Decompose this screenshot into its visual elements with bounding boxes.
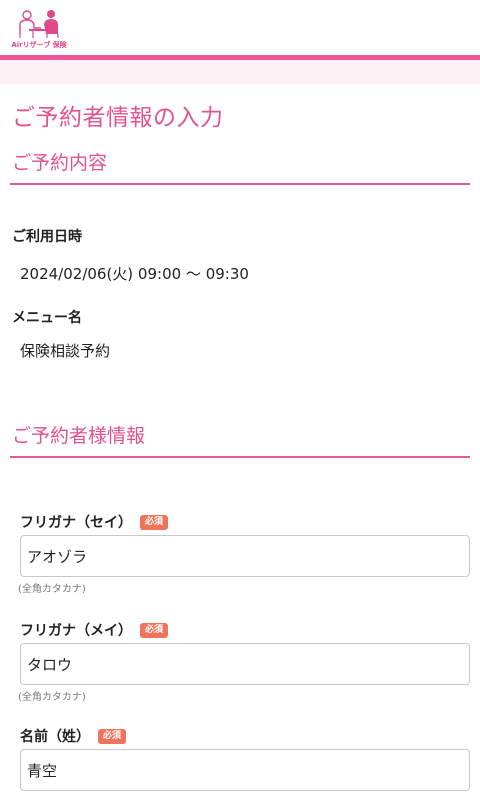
furigana-sei-label-row: フリガナ（セイ） 必須: [20, 513, 470, 531]
furigana-mei-label: フリガナ（メイ）: [20, 623, 132, 639]
logo-text: Airリザーブ 保険: [11, 41, 67, 49]
reservation-section: ご予約内容 ご利用日時 2024/02/06(火) 09:00 〜 09:30 …: [0, 148, 480, 458]
app-header: Airリザーブ 保険: [0, 0, 480, 60]
required-badge: 必須: [140, 622, 169, 638]
required-badge: 必須: [140, 514, 169, 530]
furigana-mei-label-row: フリガナ（メイ） 必須: [20, 621, 470, 639]
last-name-label-row: 名前（姓） 必須: [20, 727, 470, 745]
furigana-sei-hint: (全角カタカナ): [18, 584, 86, 595]
datetime-value: 2024/02/06(火) 09:00 〜 09:30: [20, 265, 249, 283]
customer-heading: ご予約者様情報: [10, 421, 470, 458]
page-title: ご予約者情報の入力: [12, 105, 224, 131]
furigana-mei-hint: (全角カタカナ): [18, 692, 86, 703]
required-badge: 必須: [98, 728, 127, 744]
airreserve-logo[interactable]: Airリザーブ 保険: [11, 8, 67, 52]
menu-value: 保険相談予約: [20, 342, 111, 360]
customer-form: フリガナ（セイ） 必須 (全角カタカナ) フリガナ（メイ） 必須 (全角カタカナ…: [0, 513, 480, 791]
last-name-input[interactable]: [20, 749, 470, 791]
header-band: [0, 60, 480, 84]
last-name-label: 名前（姓）: [20, 729, 90, 745]
datetime-label: ご利用日時: [12, 229, 82, 245]
reservation-heading: ご予約内容: [10, 148, 470, 185]
people-consulting-logo-icon: [19, 10, 59, 38]
furigana-sei-label: フリガナ（セイ）: [20, 515, 132, 531]
menu-label: メニュー名: [12, 310, 82, 326]
furigana-sei-input[interactable]: [20, 535, 470, 577]
furigana-mei-input[interactable]: [20, 643, 470, 685]
